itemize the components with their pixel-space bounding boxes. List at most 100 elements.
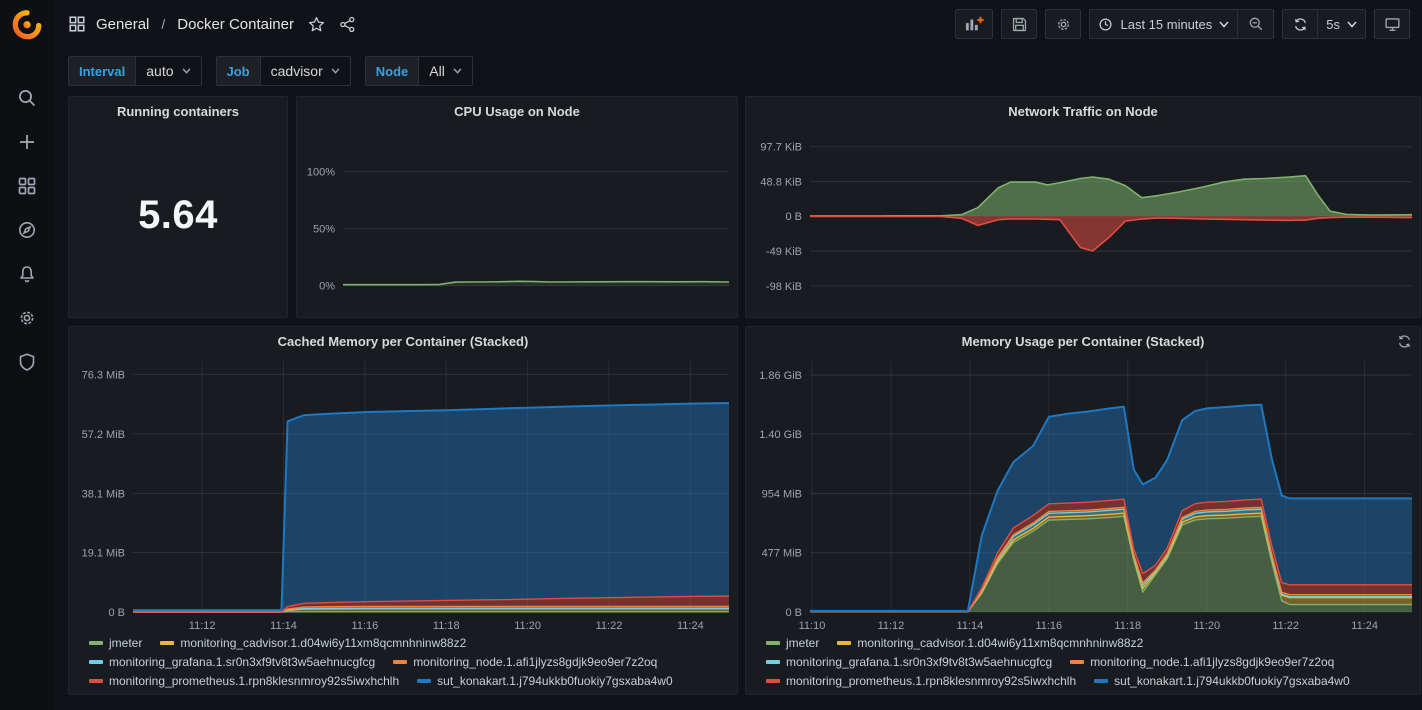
x-axis-tick-label: 11:24 <box>677 620 704 632</box>
refresh-interval-dropdown[interactable]: 5s <box>1318 9 1366 39</box>
panel-cached-memory: Cached Memory per Container (Stacked) 0 … <box>68 326 738 695</box>
legend-item[interactable]: monitoring_node.1.afi1jlyzs8gdjk9eo9er7z… <box>393 653 657 670</box>
zoom-out-button[interactable] <box>1238 9 1274 39</box>
legend-swatch <box>837 641 851 645</box>
legend-swatch <box>766 660 780 664</box>
time-range-label: Last 15 minutes <box>1120 17 1212 32</box>
refresh-interval-label: 5s <box>1326 17 1340 32</box>
legend-series-label: jmeter <box>109 636 142 650</box>
variable-job-label: Job <box>216 56 260 86</box>
legend-item[interactable]: monitoring_prometheus.1.rpn8klesnmroy92s… <box>766 672 1076 689</box>
variable-node-dropdown[interactable]: All <box>418 56 473 86</box>
y-axis-tick-label: 0 B <box>108 607 125 619</box>
legend-swatch <box>766 679 780 683</box>
chevron-down-icon <box>331 68 340 74</box>
breadcrumb-section[interactable]: General <box>96 16 149 33</box>
configuration-gear-icon[interactable] <box>0 296 54 340</box>
legend-item[interactable]: jmeter <box>766 634 819 651</box>
chevron-down-icon <box>182 68 191 74</box>
legend-item[interactable]: sut_konakart.1.j794ukkb0fuokiy7gsxaba4w0 <box>417 672 673 689</box>
save-dashboard-button[interactable] <box>1001 9 1037 39</box>
legend-series-label: monitoring_cadvisor.1.d04wi6y11xm8qcmnhn… <box>857 636 1143 650</box>
panel-title[interactable]: Memory Usage per Container (Stacked) <box>746 327 1420 355</box>
x-axis-tick-label: 11:24 <box>1351 620 1378 632</box>
variable-interval-dropdown[interactable]: auto <box>135 56 201 86</box>
refresh-button[interactable] <box>1282 9 1318 39</box>
variable-job: Job cadvisor <box>216 56 351 86</box>
panel-cpu-usage: CPU Usage on Node 0%50%100% <box>296 96 738 318</box>
legend-swatch <box>393 660 407 664</box>
legend-swatch <box>417 679 431 683</box>
y-axis-tick-label: 38.1 MiB <box>82 488 125 500</box>
legend-series-label: monitoring_node.1.afi1jlyzs8gdjk9eo9er7z… <box>413 655 657 669</box>
time-range-picker[interactable]: Last 15 minutes <box>1089 9 1238 39</box>
legend-item[interactable]: monitoring_cadvisor.1.d04wi6y11xm8qcmnhn… <box>160 634 466 651</box>
y-axis-tick-label: 48.8 KiB <box>760 176 802 188</box>
panel-title[interactable]: Cached Memory per Container (Stacked) <box>69 327 737 355</box>
x-axis-tick-label: 11:14 <box>270 620 297 632</box>
server-admin-shield-icon[interactable] <box>0 340 54 384</box>
explore-compass-icon[interactable] <box>0 208 54 252</box>
legend-item[interactable]: monitoring_grafana.1.sr0n3xf9tv8t3w5aehn… <box>766 653 1052 670</box>
panel-title[interactable]: Running containers <box>69 97 287 125</box>
stat-value: 5.64 <box>69 193 287 238</box>
legend-swatch <box>89 641 103 645</box>
x-axis-tick-label: 11:20 <box>514 620 541 632</box>
legend-series-label: sut_konakart.1.j794ukkb0fuokiy7gsxaba4w0 <box>437 674 673 688</box>
breadcrumb-dashboard-title[interactable]: Docker Container <box>177 16 294 33</box>
x-axis-tick-label: 11:12 <box>878 620 905 632</box>
cached-svg: 0 B19.1 MiB38.1 MiB57.2 MiB76.3 MiB11:12… <box>69 355 737 638</box>
x-axis-tick-label: 11:12 <box>189 620 216 632</box>
main-area: General / Docker Container <box>54 0 1422 710</box>
network-svg: 97.7 KiB 48.8 KiB 0 B -49 KiB -98 KiB <box>746 127 1420 313</box>
series-fill <box>810 216 1412 251</box>
star-icon[interactable] <box>308 16 325 33</box>
share-icon[interactable] <box>339 16 356 33</box>
cached-memory-chart[interactable]: 0 B19.1 MiB38.1 MiB57.2 MiB76.3 MiB11:12… <box>69 355 737 638</box>
y-axis-tick-label: 97.7 KiB <box>760 142 802 154</box>
y-axis-tick-label: -98 KiB <box>766 281 802 293</box>
tv-mode-button[interactable] <box>1374 9 1410 39</box>
y-axis-tick-label: 1.86 GiB <box>759 370 802 382</box>
legend-item[interactable]: monitoring_grafana.1.sr0n3xf9tv8t3w5aehn… <box>89 653 375 670</box>
y-axis-tick-label: 0% <box>319 281 335 293</box>
sidebar <box>0 0 54 710</box>
legend-series-label: monitoring_grafana.1.sr0n3xf9tv8t3w5aehn… <box>109 655 375 669</box>
panel-title[interactable]: Network Traffic on Node <box>746 97 1420 125</box>
x-axis-tick-label: 11:10 <box>799 620 826 632</box>
legend-item[interactable]: monitoring_node.1.afi1jlyzs8gdjk9eo9er7z… <box>1070 653 1334 670</box>
x-axis-tick-label: 11:22 <box>596 620 623 632</box>
legend-item[interactable]: jmeter <box>89 634 142 651</box>
y-axis-tick-label: 477 MiB <box>762 548 802 560</box>
grafana-logo-icon[interactable] <box>10 8 44 42</box>
panel-title[interactable]: CPU Usage on Node <box>297 97 737 125</box>
add-panel-button[interactable] <box>955 9 993 39</box>
chevron-down-icon <box>1347 21 1357 28</box>
y-axis-tick-label: 0 B <box>785 211 802 223</box>
legend-item[interactable]: monitoring_cadvisor.1.d04wi6y11xm8qcmnhn… <box>837 634 1143 651</box>
memory-usage-chart[interactable]: 0 B477 MiB954 MiB1.40 GiB1.86 GiB11:1011… <box>746 355 1420 638</box>
legend-item[interactable]: sut_konakart.1.j794ukkb0fuokiy7gsxaba4w0 <box>1094 672 1350 689</box>
cpu-usage-chart[interactable]: 0%50%100% <box>297 127 737 313</box>
dashboards-grid-icon[interactable] <box>0 164 54 208</box>
legend-series-label: jmeter <box>786 636 819 650</box>
legend-item[interactable]: monitoring_prometheus.1.rpn8klesnmroy92s… <box>89 672 399 689</box>
alerting-bell-icon[interactable] <box>0 252 54 296</box>
create-plus-icon[interactable] <box>0 120 54 164</box>
y-axis-tick-label: 1.40 GiB <box>759 429 802 441</box>
variable-job-dropdown[interactable]: cadvisor <box>260 56 351 86</box>
x-axis-tick-label: 11:16 <box>352 620 379 632</box>
dashboard-settings-button[interactable] <box>1045 9 1081 39</box>
top-navbar: General / Docker Container <box>54 0 1422 48</box>
y-axis-tick-label: -49 KiB <box>766 246 802 258</box>
panel-refresh-icon[interactable] <box>1397 334 1412 354</box>
legend-series-label: monitoring_grafana.1.sr0n3xf9tv8t3w5aehn… <box>786 655 1052 669</box>
variable-node-label: Node <box>365 56 419 86</box>
network-traffic-chart[interactable]: 97.7 KiB 48.8 KiB 0 B -49 KiB -98 KiB <box>746 127 1420 313</box>
search-icon[interactable] <box>0 76 54 120</box>
chart-legend: jmeter monitoring_cadvisor.1.d04wi6y11xm8… <box>766 634 1412 690</box>
variable-interval-label: Interval <box>68 56 135 86</box>
chevron-down-icon <box>1219 21 1229 28</box>
x-axis-tick-label: 11:18 <box>433 620 460 632</box>
dashboard-grid-icon <box>68 15 86 33</box>
